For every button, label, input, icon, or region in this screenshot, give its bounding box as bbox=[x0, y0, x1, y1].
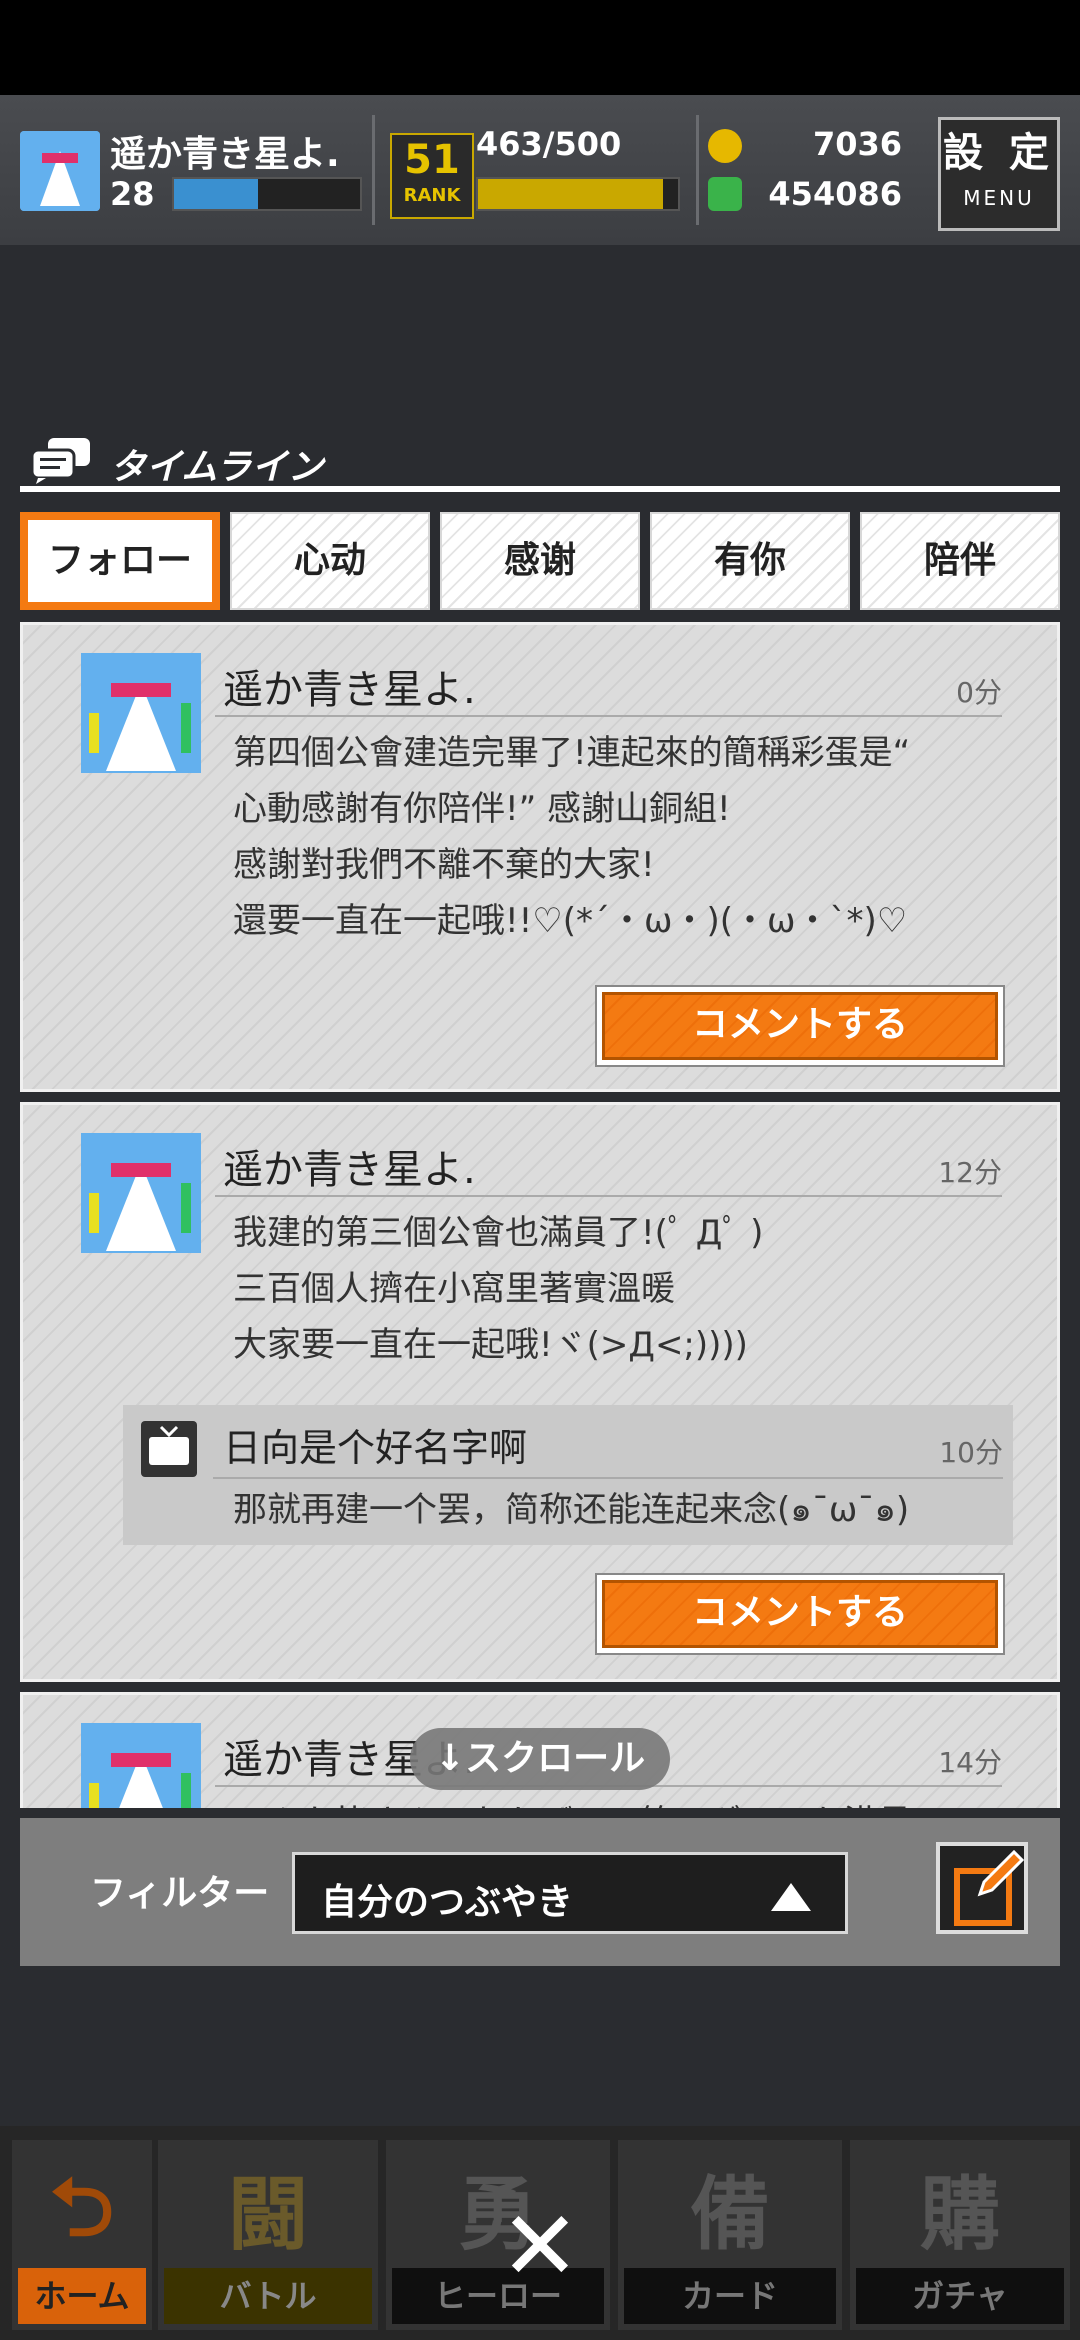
rank-label: RANK bbox=[403, 185, 461, 206]
gacha-icon: 購 bbox=[920, 2168, 1000, 2261]
timeline-post: 遥か青き星よ. 12分 我建的第三個公會也滿員了!(ﾟ Дﾟ ) 三百個人擠在小… bbox=[20, 1102, 1060, 1682]
comment-button[interactable]: コメントする bbox=[595, 1573, 1005, 1655]
battle-icon: 闘 bbox=[228, 2168, 308, 2261]
rank-progress-bar bbox=[476, 177, 680, 211]
nav-label: ガチャ bbox=[856, 2268, 1064, 2324]
divider bbox=[372, 115, 375, 225]
post-author: 遥か青き星よ. bbox=[223, 1147, 476, 1193]
filter-dropdown[interactable]: 自分のつぶやき bbox=[292, 1852, 848, 1934]
nav-home[interactable]: ⮌ ホーム bbox=[12, 2140, 152, 2330]
timeline-underline bbox=[20, 486, 1060, 492]
post-line: 感謝對我們不離不棄的大家! bbox=[233, 845, 655, 885]
card-icon: 備 bbox=[690, 2168, 770, 2261]
post-avatar[interactable] bbox=[81, 1133, 201, 1253]
comment-button[interactable]: コメントする bbox=[595, 985, 1005, 1067]
post-line: 大家要一直在一起哦!ヾ(>Д<;)))) bbox=[233, 1325, 748, 1365]
rank-badge: 51 RANK bbox=[390, 133, 474, 219]
filter-bar: フィルター 自分のつぶやき bbox=[20, 1818, 1060, 1966]
tab-3[interactable]: 感谢 bbox=[440, 512, 640, 610]
gem-count: 454086 bbox=[768, 175, 902, 213]
tab-4[interactable]: 有你 bbox=[650, 512, 850, 610]
nav-battle[interactable]: 闘 バトル bbox=[158, 2140, 378, 2330]
post-time: 0分 bbox=[956, 676, 1002, 709]
post-line: 心動感謝有你陪伴!” 感謝山銅組! bbox=[233, 789, 731, 829]
nav-label: カード bbox=[624, 2268, 836, 2324]
gold-count: 7036 bbox=[812, 125, 902, 163]
post-line: みんな皆さんのおかげで、第三ギルドも満員 bbox=[233, 1795, 1023, 1808]
reply-text: 那就再建一个罢，简称还能连起来念(๑¯ω¯๑) bbox=[233, 1490, 910, 1530]
menu-label: MENU bbox=[963, 186, 1035, 210]
filter-value: 自分のつぶやき bbox=[321, 1882, 574, 1923]
tv-icon bbox=[141, 1421, 197, 1477]
comment-button-label: コメントする bbox=[602, 1580, 998, 1648]
post-author: 遥か青き星よ. bbox=[223, 667, 476, 713]
post-avatar[interactable] bbox=[81, 1723, 201, 1808]
pencil-icon bbox=[977, 1849, 1025, 1897]
scroll-hint[interactable]: ↓スクロール bbox=[410, 1728, 670, 1790]
post-time: 12分 bbox=[938, 1156, 1002, 1189]
reply-author: 日向是个好名字啊 bbox=[223, 1426, 528, 1470]
timeline-post: 遥か青き星よ. 0分 第四個公會建造完畢了!連起來的簡稱彩蛋是“ 心動感謝有你陪… bbox=[20, 622, 1060, 1092]
compose-post-button[interactable] bbox=[936, 1842, 1028, 1934]
filter-label: フィルター bbox=[90, 1873, 270, 1914]
comment-button-label: コメントする bbox=[602, 992, 998, 1060]
post-divider bbox=[215, 1195, 1002, 1197]
gold-coin-icon bbox=[708, 129, 742, 163]
nav-label: バトル bbox=[164, 2268, 372, 2324]
post-text: みんな皆さんのおかげで、第三ギルドも満員 bbox=[233, 1795, 1023, 1808]
rank-progress-text: 463/500 bbox=[476, 125, 622, 163]
player-name: 遥か青き星よ. bbox=[110, 134, 340, 175]
tab-follow[interactable]: フォロー bbox=[20, 512, 220, 610]
close-icon[interactable]: ✕ bbox=[490, 2196, 590, 2296]
player-avatar[interactable] bbox=[20, 131, 100, 211]
player-header: 遥か青き星よ. 28 51 RANK 463/500 7036 454086 設… bbox=[0, 95, 1080, 245]
divider bbox=[696, 115, 699, 225]
rank-number: 51 bbox=[404, 137, 460, 183]
timeline-tabs: フォロー 心动 感谢 有你 陪伴 bbox=[20, 512, 1060, 612]
post-time: 14分 bbox=[938, 1746, 1002, 1779]
tab-5[interactable]: 陪伴 bbox=[860, 512, 1060, 610]
status-bar bbox=[0, 0, 1080, 95]
reply-divider bbox=[213, 1477, 1003, 1479]
nav-gacha[interactable]: 購 ガチャ bbox=[850, 2140, 1070, 2330]
timeline-feed[interactable]: 遥か青き星よ. 0分 第四個公會建造完畢了!連起來的簡稱彩蛋是“ 心動感謝有你陪… bbox=[20, 622, 1060, 1808]
home-icon: ⮌ bbox=[49, 2161, 115, 2254]
level-progress-bar bbox=[172, 177, 362, 211]
timeline-title: タイムライン bbox=[110, 447, 324, 488]
reply-comment: 日向是个好名字啊 10分 那就再建一个罢，简称还能连起来念(๑¯ω¯๑) bbox=[123, 1405, 1013, 1545]
post-text: 第四個公會建造完畢了!連起來的簡稱彩蛋是“ 心動感謝有你陪伴!” 感謝山銅組! … bbox=[233, 725, 1023, 949]
post-line: 第四個公會建造完畢了!連起來的簡稱彩蛋是“ bbox=[233, 733, 911, 773]
gem-icon bbox=[708, 177, 742, 211]
chat-bubbles-icon bbox=[30, 438, 90, 484]
post-line: 還要一直在一起哦!!♡(*´・ω・)(・ω・`*)♡ bbox=[233, 901, 908, 941]
reply-time: 10分 bbox=[939, 1436, 1003, 1469]
dropdown-arrow-icon bbox=[771, 1883, 811, 1911]
player-level: 28 bbox=[110, 175, 155, 213]
post-line: 三百個人擠在小窩里著實溫暖 bbox=[233, 1269, 675, 1309]
timeline-header: タイムライン bbox=[20, 430, 1060, 492]
post-text: 我建的第三個公會也滿員了!(ﾟ Дﾟ ) 三百個人擠在小窩里著實溫暖 大家要一直… bbox=[233, 1205, 1023, 1373]
post-divider bbox=[215, 715, 1002, 717]
tab-2[interactable]: 心动 bbox=[230, 512, 430, 610]
post-avatar[interactable] bbox=[81, 653, 201, 773]
settings-menu-button[interactable]: 設 定 MENU bbox=[938, 117, 1060, 231]
nav-card[interactable]: 備 カード bbox=[618, 2140, 842, 2330]
settings-label: 設 定 bbox=[943, 130, 1055, 176]
post-line: 我建的第三個公會也滿員了!(ﾟ Дﾟ ) bbox=[233, 1213, 764, 1253]
nav-label: ホーム bbox=[18, 2268, 146, 2324]
